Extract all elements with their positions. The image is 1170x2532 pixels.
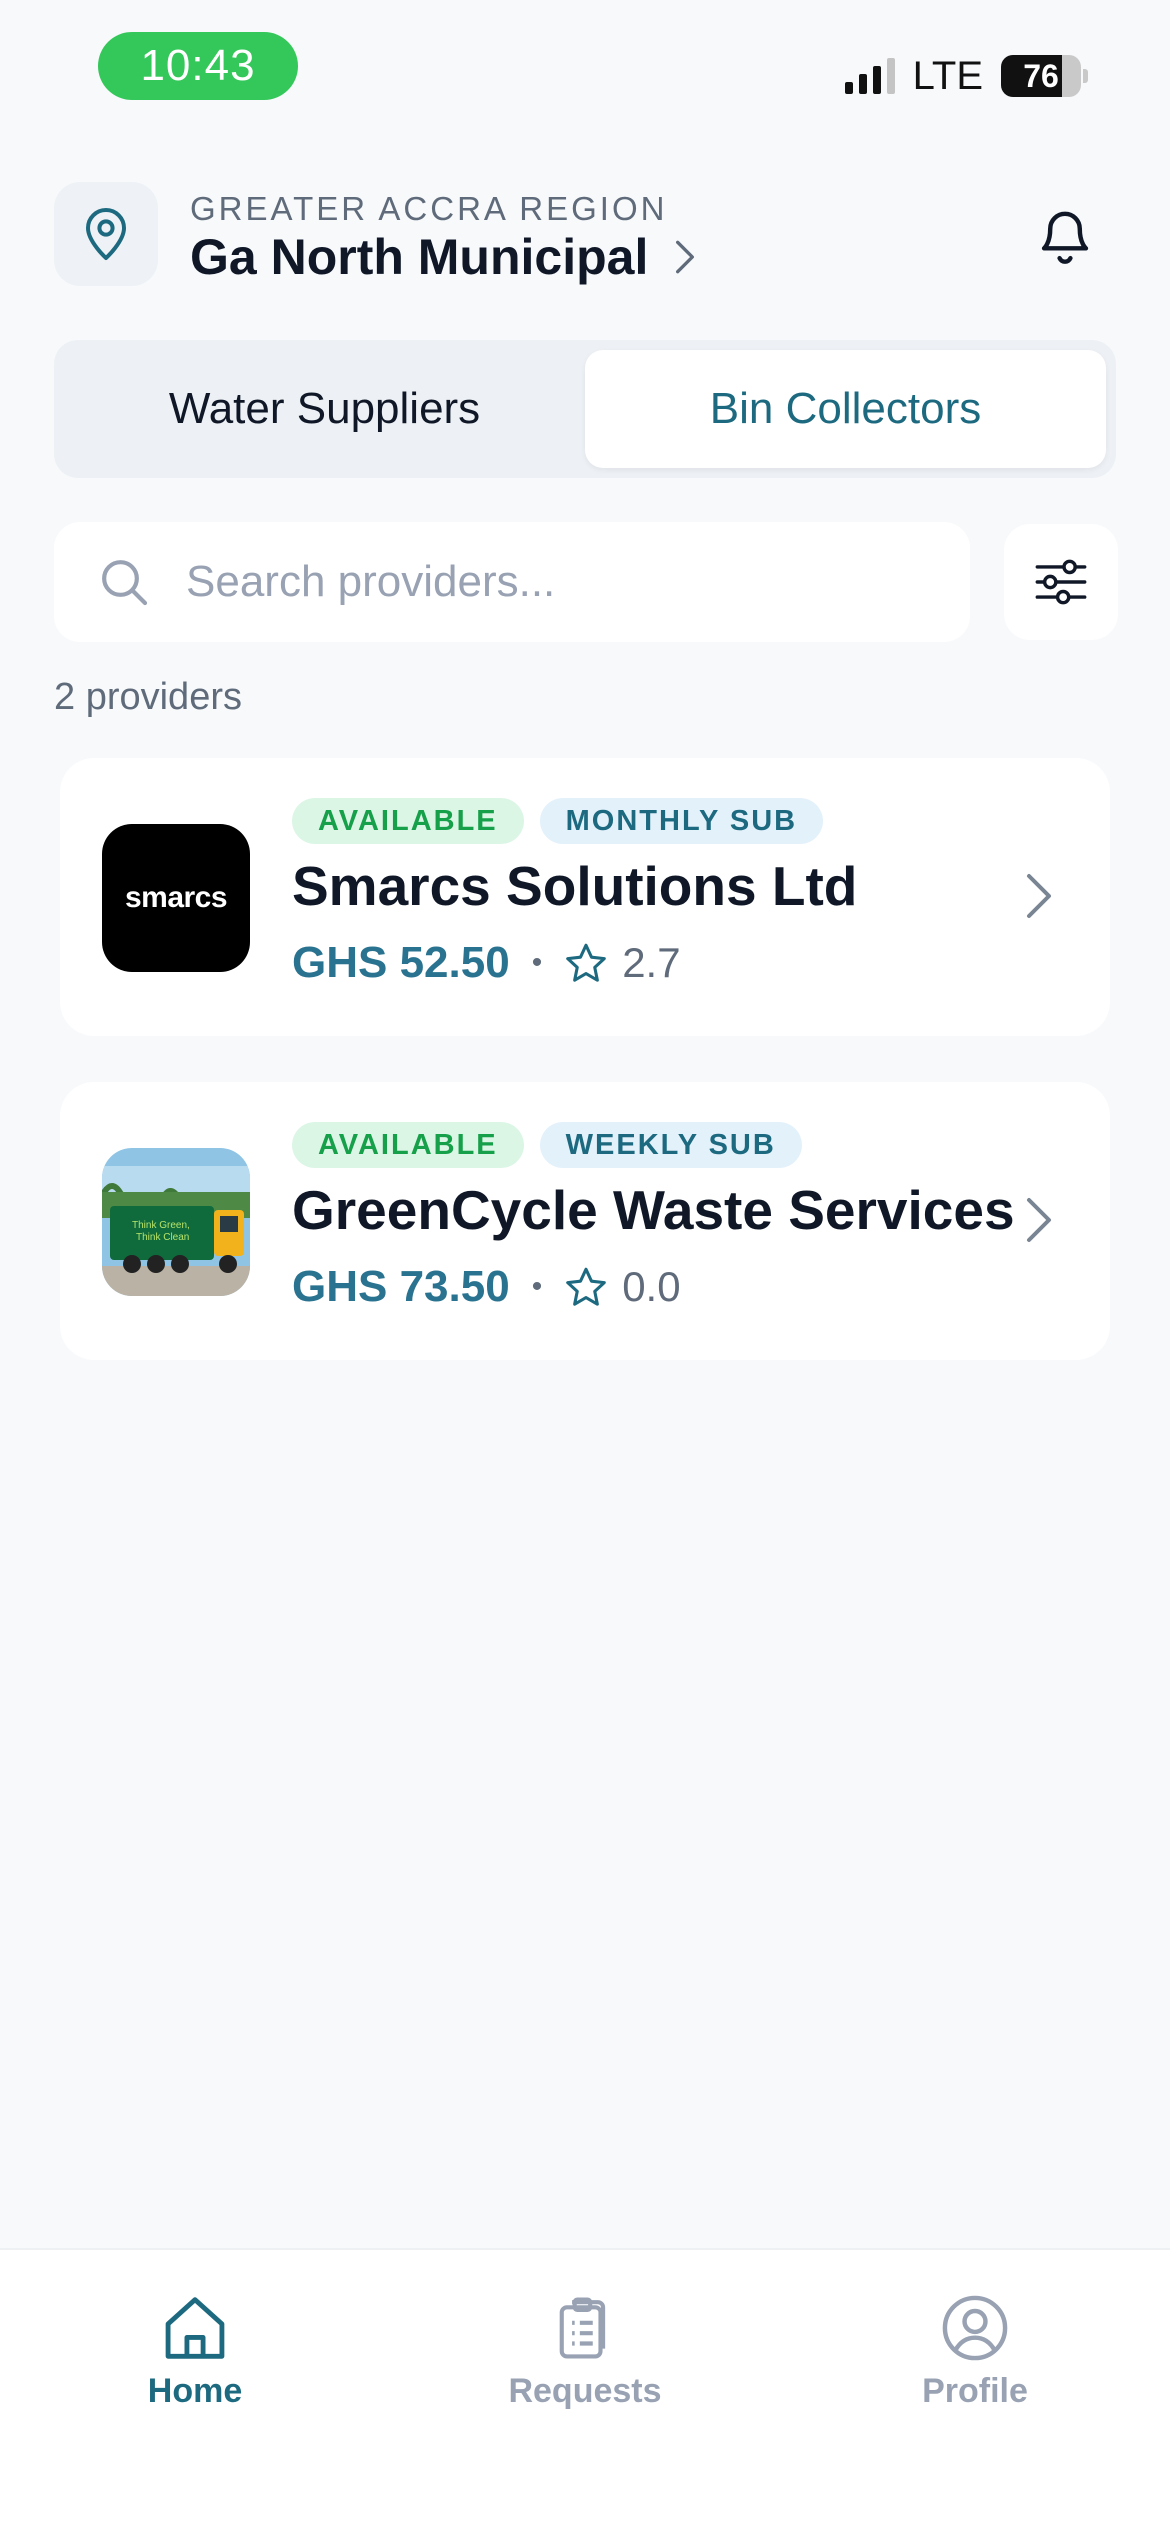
meta-separator: • bbox=[531, 1270, 543, 1303]
provider-logo-truck-photo: Think Green, Think Clean bbox=[102, 1148, 250, 1296]
nav-requests-label: Requests bbox=[508, 2372, 662, 2410]
provider-logo: smarcs bbox=[102, 824, 250, 972]
provider-badges: AVAILABLE MONTHLY SUB bbox=[292, 798, 824, 844]
provider-type-tabs: Water Suppliers Bin Collectors bbox=[54, 340, 1116, 478]
star-icon bbox=[566, 943, 607, 982]
status-indicators: LTE 76 bbox=[844, 52, 1088, 100]
location-button[interactable] bbox=[54, 182, 158, 286]
app-screen: 10:43 LTE 76 GREATER ACCRA REGION Ga Nor… bbox=[0, 0, 1170, 2532]
svg-text:Think Clean: Think Clean bbox=[136, 1232, 189, 1243]
search-icon bbox=[102, 560, 148, 606]
nav-home[interactable]: Home bbox=[0, 2250, 390, 2532]
nav-profile[interactable]: Profile bbox=[780, 2250, 1170, 2532]
meta-separator: • bbox=[531, 946, 543, 979]
region-label: GREATER ACCRA REGION bbox=[190, 190, 668, 227]
battery-level: 76 bbox=[1023, 57, 1059, 94]
rating-value: 2.7 bbox=[622, 939, 681, 986]
provider-meta: GHS 73.50 • 0.0 bbox=[292, 1262, 681, 1312]
provider-meta: GHS 52.50 • 2.7 bbox=[292, 938, 681, 988]
provider-price: GHS 73.50 bbox=[292, 1262, 510, 1311]
provider-price: GHS 52.50 bbox=[292, 938, 510, 987]
subscription-badge: MONTHLY SUB bbox=[539, 798, 824, 844]
network-type: LTE bbox=[912, 53, 983, 98]
subscription-badge: WEEKLY SUB bbox=[539, 1122, 802, 1168]
provider-count: 2 providers bbox=[54, 676, 242, 718]
availability-badge: AVAILABLE bbox=[292, 798, 524, 844]
nav-profile-label: Profile bbox=[922, 2372, 1028, 2410]
chevron-right-icon bbox=[1027, 1198, 1051, 1242]
bottom-navigation: Home Requests Profile bbox=[0, 2248, 1170, 2532]
district-name: Ga North Municipal bbox=[190, 229, 649, 285]
provider-badges: AVAILABLE WEEKLY SUB bbox=[292, 1122, 802, 1168]
star-icon bbox=[566, 1267, 607, 1306]
provider-name: Smarcs Solutions Ltd bbox=[292, 855, 858, 917]
clipboard-icon bbox=[559, 2297, 606, 2359]
nav-home-label: Home bbox=[147, 2372, 243, 2410]
chevron-right-icon bbox=[1027, 874, 1051, 918]
status-time: 10:43 bbox=[98, 32, 298, 100]
battery-icon: 76 bbox=[1001, 55, 1088, 97]
signal-icon bbox=[844, 58, 895, 94]
availability-badge: AVAILABLE bbox=[292, 1122, 524, 1168]
rating-value: 0.0 bbox=[622, 1263, 681, 1310]
tab-bin-collectors[interactable]: Bin Collectors bbox=[585, 350, 1106, 468]
bell-icon bbox=[1041, 211, 1089, 264]
search-bar bbox=[54, 522, 970, 642]
provider-card[interactable]: Think Green, Think Clean AVAILABLE WEEKL… bbox=[60, 1082, 1110, 1360]
provider-name: GreenCycle Waste Services bbox=[292, 1179, 1015, 1241]
sliders-icon bbox=[1035, 559, 1087, 605]
provider-rating: 2.7 bbox=[564, 939, 681, 987]
notifications-button[interactable] bbox=[1034, 204, 1096, 273]
provider-card[interactable]: smarcs AVAILABLE MONTHLY SUB Smarcs Solu… bbox=[60, 758, 1110, 1036]
home-icon bbox=[165, 2297, 225, 2359]
chevron-right-icon bbox=[676, 240, 695, 274]
filter-button[interactable] bbox=[1004, 524, 1118, 640]
provider-rating: 0.0 bbox=[564, 1263, 681, 1311]
svg-text:Think Green,: Think Green, bbox=[132, 1220, 190, 1231]
search-input[interactable] bbox=[186, 557, 946, 607]
tab-water-suppliers[interactable]: Water Suppliers bbox=[64, 350, 585, 468]
nav-requests[interactable]: Requests bbox=[390, 2250, 780, 2532]
district-selector[interactable]: Ga North Municipal bbox=[190, 228, 696, 286]
user-circle-icon bbox=[942, 2295, 1008, 2361]
map-pin-icon bbox=[86, 208, 126, 260]
